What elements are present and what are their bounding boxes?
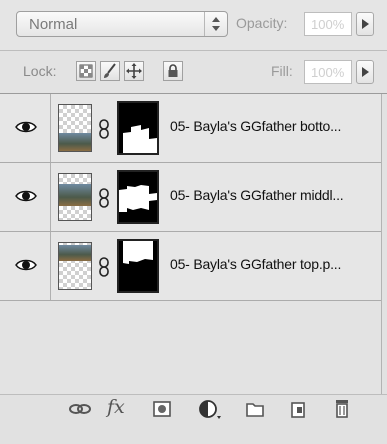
lock-image-pixels-button[interactable] [100, 61, 120, 81]
blend-mode-stepper-icon[interactable] [204, 12, 227, 36]
triangle-right-icon [362, 67, 369, 77]
chain-link-icon[interactable] [98, 257, 110, 277]
adjustment-layer-icon[interactable] [196, 395, 224, 423]
move-arrows-icon [126, 63, 142, 79]
opacity-field[interactable]: 100% [304, 12, 352, 36]
layer-thumbnail [58, 173, 92, 221]
link-layers-icon[interactable] [66, 395, 94, 423]
new-layer-icon[interactable] [286, 395, 310, 423]
layers-toolbar: fx [0, 394, 387, 444]
fill-field[interactable]: 100% [304, 60, 352, 84]
new-group-icon[interactable] [243, 395, 267, 423]
layer-row[interactable]: 05- Bayla's GGfather top.p... [0, 232, 381, 301]
fill-label: Fill: [271, 63, 293, 79]
layer-mask-thumbnail[interactable] [117, 101, 159, 155]
blend-options-row: Normal Opacity: 100% [0, 0, 387, 51]
layer-mask-thumbnail[interactable] [117, 170, 159, 224]
lock-options-row: Lock: Fill: 100% [0, 51, 387, 94]
visibility-column [0, 163, 51, 231]
fx-icon[interactable]: fx [107, 396, 125, 418]
checkerboard-icon [79, 64, 93, 78]
mask-shape [119, 185, 157, 212]
eye-icon[interactable] [15, 118, 37, 136]
blend-mode-select[interactable]: Normal [16, 11, 228, 37]
lock-transparent-pixels-button[interactable] [76, 61, 96, 81]
brush-icon [104, 63, 116, 78]
lock-icon [168, 64, 178, 77]
visibility-column [0, 94, 51, 162]
lock-label: Lock: [23, 63, 57, 79]
chain-link-icon[interactable] [98, 119, 110, 139]
add-mask-icon[interactable] [150, 395, 174, 423]
layer-row[interactable]: 05- Bayla's GGfather middl... [0, 163, 381, 232]
layer-name: 05- Bayla's GGfather botto... [170, 118, 342, 134]
mask-shape [123, 125, 157, 153]
triangle-right-icon [362, 19, 369, 29]
mask-shape [123, 241, 153, 264]
fill-slider-button[interactable] [356, 60, 374, 84]
eye-icon[interactable] [15, 187, 37, 205]
eye-icon[interactable] [15, 256, 37, 274]
lock-all-button[interactable] [163, 61, 183, 81]
trash-icon[interactable] [330, 395, 354, 423]
lock-position-button[interactable] [124, 61, 144, 81]
layer-mask-thumbnail[interactable] [117, 239, 159, 293]
chain-link-icon[interactable] [98, 188, 110, 208]
layers-panel: Normal Opacity: 100% Lock: Fill: 100% 05… [0, 0, 387, 444]
layer-thumbnail [58, 242, 92, 290]
layer-thumbnail [58, 104, 92, 152]
layers-list: 05- Bayla's GGfather botto... 05- Bayla'… [0, 94, 382, 394]
opacity-label: Opacity: [236, 15, 288, 31]
opacity-slider-button[interactable] [356, 12, 374, 36]
layer-name: 05- Bayla's GGfather top.p... [170, 256, 342, 272]
layer-row[interactable]: 05- Bayla's GGfather botto... [0, 94, 381, 163]
blend-mode-value: Normal [29, 16, 78, 33]
layer-name: 05- Bayla's GGfather middl... [170, 187, 344, 203]
visibility-column [0, 232, 51, 300]
